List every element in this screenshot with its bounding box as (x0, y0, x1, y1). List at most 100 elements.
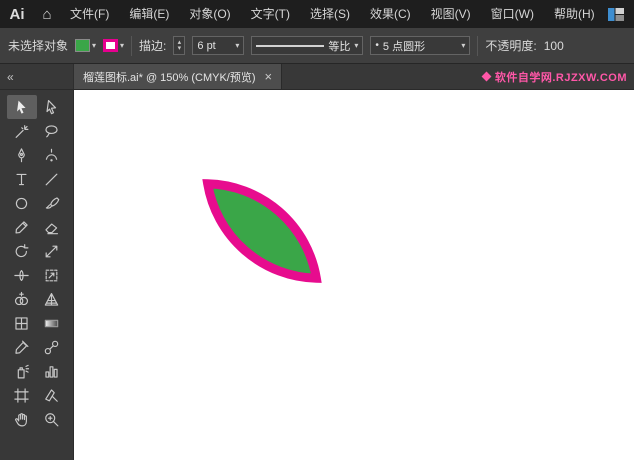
uniform-profile-preview (256, 44, 325, 47)
tool-type-button[interactable] (7, 167, 37, 191)
artboard-view (191, 164, 334, 298)
width-icon (14, 269, 29, 281)
tool-artboard-button[interactable] (7, 383, 37, 407)
blend-icon (44, 340, 59, 354)
menu-help[interactable]: 帮助(H) (544, 0, 605, 28)
tool-blend-button[interactable] (37, 335, 67, 359)
document-tab-title: 榴莲图标.ai* @ 150% (CMYK/预览) (83, 71, 256, 84)
tool-free-transform-button[interactable] (37, 263, 67, 287)
tool-paintbrush-button[interactable] (37, 191, 67, 215)
tool-gradient-button[interactable] (37, 311, 67, 335)
tool-direct-selection-button[interactable] (37, 95, 67, 119)
column-graph-icon (45, 365, 58, 378)
tool-curvature-button[interactable] (37, 143, 67, 167)
fill-swatch[interactable] (75, 39, 91, 52)
tool-lasso-button[interactable] (37, 119, 67, 143)
tool-slice-button[interactable] (37, 383, 67, 407)
home-icon[interactable]: ⌂ (34, 6, 60, 23)
menu-effect[interactable]: 效果(C) (360, 0, 421, 28)
tools-panel-header: « (0, 64, 74, 89)
tool-column-graph-button[interactable] (37, 359, 67, 383)
magic-wand-icon (15, 124, 29, 138)
menubar: Ai ⌂ 文件(F) 编辑(E) 对象(O) 文字(T) 选择(S) 效果(C)… (0, 0, 634, 28)
menu-edit[interactable]: 编辑(E) (119, 0, 179, 28)
canvas[interactable] (74, 90, 634, 460)
tool-grid (0, 95, 73, 431)
document-tab[interactable]: 榴莲图标.ai* @ 150% (CMYK/预览) × (74, 64, 283, 89)
opacity-value[interactable]: 100 (544, 39, 564, 53)
main-area (0, 90, 634, 460)
tool-line-segment-button[interactable] (37, 167, 67, 191)
perspective-grid-icon (44, 292, 59, 306)
tool-eyedropper-button[interactable] (7, 335, 37, 359)
tool-rotate-button[interactable] (7, 239, 37, 263)
menu-view[interactable]: 视图(V) (421, 0, 481, 28)
tool-zoom-button[interactable] (37, 407, 67, 431)
tool-pen-button[interactable] (7, 143, 37, 167)
tool-mesh-button[interactable] (7, 311, 37, 335)
shape-builder-icon (14, 291, 29, 305)
width-profile-value: 等比 (328, 40, 351, 53)
tool-scale-button[interactable] (37, 239, 67, 263)
tool-magic-wand-button[interactable] (7, 119, 37, 143)
brush-definition-select[interactable]: • 5 点圆形 ▾ (370, 36, 471, 55)
menu-file[interactable]: 文件(F) (60, 0, 119, 28)
fill-color-control[interactable]: ▾ (75, 39, 96, 52)
watermark-icon (481, 71, 492, 82)
symbol-sprayer-icon (17, 364, 30, 378)
eyedropper-icon (15, 340, 29, 354)
artboard-icon (14, 387, 29, 403)
pencil-icon (15, 220, 28, 234)
brush-preview-dot: • (375, 40, 379, 51)
tools-panel (0, 90, 74, 460)
tool-hand-button[interactable] (7, 407, 37, 431)
tool-eraser-button[interactable] (37, 215, 67, 239)
selection-icon (17, 100, 26, 114)
paintbrush-icon (45, 196, 60, 209)
layout-grid-icon (608, 7, 624, 21)
stroke-weight-select[interactable]: 6 pt ▾ (192, 36, 245, 55)
width-profile-select[interactable]: 等比 ▾ (251, 36, 364, 55)
tab-bar-empty-area: 软件自学网.RJZXW.COM (282, 64, 634, 89)
stepper-down-icon[interactable]: ▾ (178, 45, 182, 52)
workspace-switcher-icon[interactable] (608, 7, 624, 21)
control-bar: 未选择对象 ▾ ▾ 描边: ▴ ▾ 6 pt ▾ 等比 ▾ • 5 点圆形 ▾ (0, 28, 634, 64)
free-transform-icon (45, 269, 58, 281)
tool-ellipse-button[interactable] (7, 191, 37, 215)
stroke-color-control[interactable]: ▾ (103, 39, 124, 52)
rotate-icon (15, 243, 29, 257)
line-segment-icon (45, 173, 58, 185)
brush-definition-value: 5 点圆形 (382, 40, 426, 53)
stroke-weight-value: 6 pt (197, 39, 216, 52)
chevron-down-icon: ▾ (461, 40, 466, 50)
type-icon (16, 173, 27, 185)
tool-shape-builder-button[interactable] (7, 287, 37, 311)
chevron-down-icon[interactable]: ▾ (92, 41, 96, 50)
divider (477, 35, 479, 56)
pen-icon (18, 147, 25, 162)
tool-symbol-sprayer-button[interactable] (7, 359, 37, 383)
divider (131, 35, 133, 56)
chevron-down-icon: ▾ (354, 40, 359, 50)
menu-type[interactable]: 文字(T) (241, 0, 300, 28)
tool-width-button[interactable] (7, 263, 37, 287)
chevron-down-icon: ▾ (235, 40, 240, 50)
stroke-weight-stepper[interactable]: ▴ ▾ (173, 36, 186, 55)
opacity-label: 不透明度: (485, 39, 537, 53)
chevron-down-icon[interactable]: ▾ (120, 41, 124, 50)
selection-status: 未选择对象 (8, 39, 69, 53)
menu-object[interactable]: 对象(O) (179, 0, 240, 28)
tool-pencil-button[interactable] (7, 215, 37, 239)
close-tab-button[interactable]: × (265, 69, 273, 84)
eraser-icon (45, 223, 59, 234)
stroke-swatch[interactable] (103, 39, 119, 52)
mesh-icon (15, 316, 28, 330)
collapse-panel-button[interactable]: « (7, 70, 14, 84)
app-logo[interactable]: Ai (0, 6, 34, 23)
tool-perspective-grid-button[interactable] (37, 287, 67, 311)
leaf-shape[interactable] (191, 164, 334, 298)
menu-select[interactable]: 选择(S) (300, 0, 360, 28)
hand-icon (15, 412, 27, 426)
tool-selection-button[interactable] (6, 95, 37, 119)
menu-window[interactable]: 窗口(W) (481, 0, 544, 28)
